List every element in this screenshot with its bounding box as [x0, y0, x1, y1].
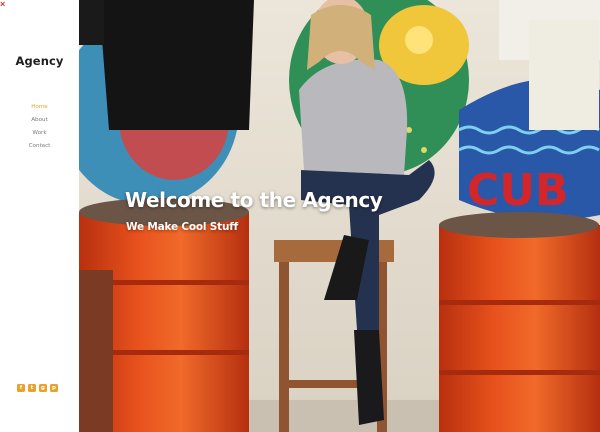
hero-section: CUB Welcome to the Agency We Make Cool S… — [79, 0, 600, 432]
close-icon[interactable]: × — [0, 0, 8, 9]
main-nav: Home About Work Contact — [0, 101, 79, 153]
google-plus-icon[interactable]: g — [39, 384, 47, 392]
social-links: f t g p — [17, 384, 58, 392]
nav-item-work[interactable]: Work — [0, 127, 79, 140]
sidebar: × Agency Home About Work Contact f t g p — [0, 0, 79, 432]
nav-item-home[interactable]: Home — [0, 101, 79, 114]
brand-logo[interactable]: Agency — [0, 54, 79, 68]
mural-text: CUB — [467, 165, 569, 216]
facebook-icon[interactable]: f — [17, 384, 25, 392]
hero-title: Welcome to the Agency — [125, 188, 383, 212]
nav-item-about[interactable]: About — [0, 114, 79, 127]
pinterest-icon[interactable]: p — [50, 384, 58, 392]
hero-subtitle: We Make Cool Stuff — [126, 221, 238, 233]
nav-item-contact[interactable]: Contact — [0, 140, 79, 153]
hero-photo: CUB — [79, 0, 600, 432]
twitter-icon[interactable]: t — [28, 384, 36, 392]
